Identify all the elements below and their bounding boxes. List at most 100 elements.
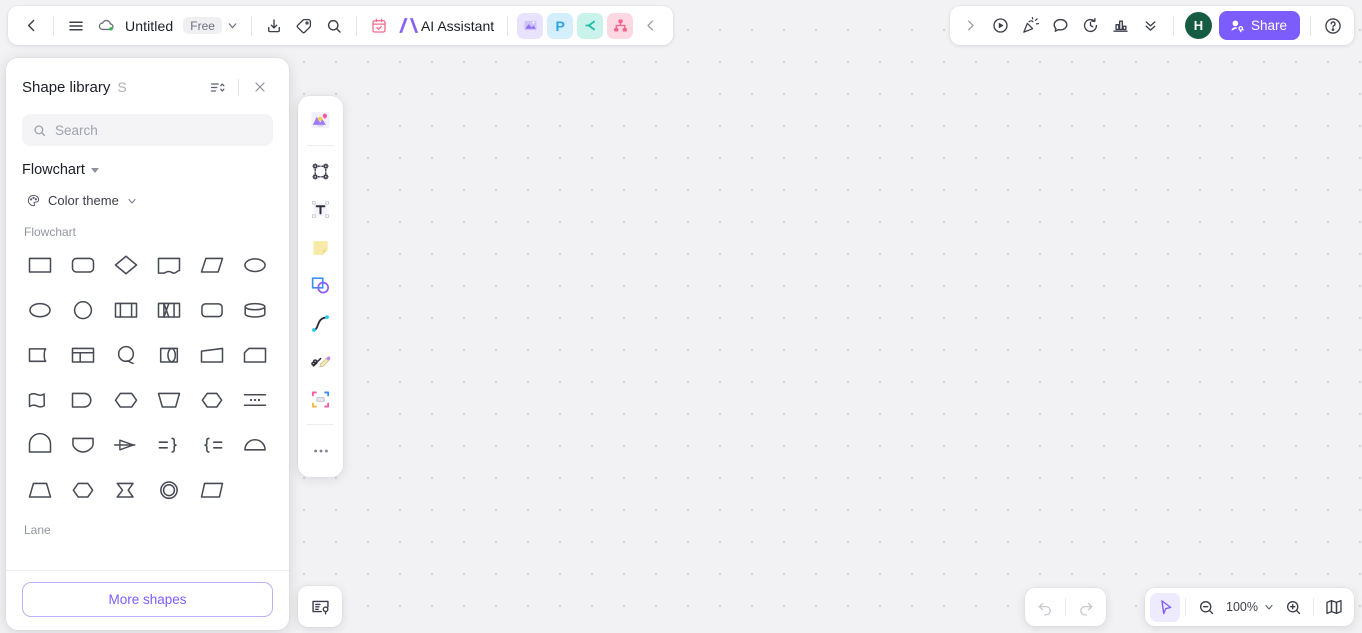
shape-stadium[interactable] <box>191 290 234 329</box>
celebrate-icon[interactable] <box>1016 11 1046 41</box>
search-box[interactable] <box>22 114 273 146</box>
category-label: Flowchart <box>22 162 85 178</box>
shape-summing-junction[interactable] <box>104 470 147 509</box>
ai-assistant-button[interactable]: AI Assistant <box>394 12 500 39</box>
shape-delay[interactable] <box>61 380 104 419</box>
redo-icon[interactable] <box>1071 593 1101 622</box>
chevron-double-down-icon[interactable] <box>1136 11 1166 41</box>
search-input[interactable] <box>55 122 263 138</box>
select-tool-icon[interactable] <box>1150 592 1181 622</box>
color-theme-button[interactable]: Color theme <box>22 190 142 211</box>
history-icon[interactable] <box>1076 11 1106 41</box>
mind-map-icon[interactable] <box>303 382 338 417</box>
more-tools-icon[interactable] <box>303 433 338 468</box>
avatar[interactable]: H <box>1184 12 1212 39</box>
search-wrapper <box>6 108 289 146</box>
shape-rounded-rectangle[interactable] <box>61 245 104 284</box>
tag-icon[interactable] <box>289 11 319 41</box>
shape-hexagon-round[interactable] <box>104 380 147 419</box>
analytics-icon[interactable] <box>1106 11 1136 41</box>
shape-card[interactable] <box>234 335 277 374</box>
shape-double-circle[interactable] <box>148 470 191 509</box>
shape-trapezoid-right[interactable] <box>191 335 234 374</box>
help-icon[interactable] <box>1318 11 1348 41</box>
share-label: Share <box>1250 18 1287 33</box>
shape-direct-access-storage[interactable] <box>148 335 191 374</box>
document-title[interactable]: Untitled <box>121 18 175 34</box>
image-app-icon[interactable] <box>517 12 544 39</box>
more-shapes-button[interactable]: More shapes <box>22 582 273 617</box>
shape-stored-data-lines[interactable] <box>234 380 277 419</box>
mindmap-app-icon[interactable] <box>607 12 634 39</box>
undo-icon[interactable] <box>1030 593 1060 622</box>
chevron-down-icon <box>1263 601 1275 613</box>
divider <box>307 424 334 425</box>
shape-wave-document[interactable] <box>18 380 61 419</box>
chevron-down-icon[interactable] <box>222 13 244 39</box>
templates-icon[interactable] <box>303 103 338 138</box>
shape-document[interactable] <box>148 245 191 284</box>
cloud-saved-icon[interactable] <box>91 11 121 41</box>
category-selector[interactable]: Flowchart <box>6 146 289 178</box>
download-icon[interactable] <box>259 11 289 41</box>
shape-tape[interactable] <box>18 335 61 374</box>
shape-parallelogram[interactable] <box>191 245 234 284</box>
shape-parallelogram-right[interactable] <box>191 470 234 509</box>
back-icon[interactable] <box>16 11 46 41</box>
shape-half-circle[interactable] <box>234 425 277 464</box>
text-icon[interactable] <box>303 192 338 227</box>
shape-internal-storage[interactable] <box>148 290 191 329</box>
minimap-icon[interactable] <box>1319 593 1349 622</box>
shape-database[interactable] <box>234 290 277 329</box>
notes-button[interactable] <box>298 586 342 627</box>
shape-merge-arrow[interactable] <box>104 425 147 464</box>
frame-icon[interactable] <box>303 154 338 189</box>
share-button[interactable]: Share <box>1218 11 1300 40</box>
zoom-level-selector[interactable]: 100% <box>1221 594 1278 620</box>
shape-shield[interactable] <box>61 425 104 464</box>
shape-diamond[interactable] <box>104 245 147 284</box>
sort-icon[interactable] <box>204 74 230 100</box>
divider <box>507 15 509 36</box>
sticky-note-icon[interactable] <box>303 230 338 265</box>
shape-trapezoid[interactable] <box>18 470 61 509</box>
present-icon[interactable] <box>986 11 1016 41</box>
shape-manual-operation[interactable] <box>148 380 191 419</box>
shape-hexagon[interactable] <box>61 470 104 509</box>
presentation-app-icon-glyph: P <box>555 17 565 34</box>
shape-rectangle[interactable] <box>18 245 61 284</box>
shape-window[interactable] <box>61 335 104 374</box>
menu-icon[interactable] <box>61 11 91 41</box>
flowchart-shape-grid <box>6 245 289 509</box>
divider <box>307 145 334 146</box>
topbar-right: H Share <box>949 6 1354 45</box>
comment-icon[interactable] <box>1046 11 1076 41</box>
connector-icon[interactable] <box>303 306 338 341</box>
divider <box>250 15 252 36</box>
shape-ellipse[interactable] <box>18 290 61 329</box>
shape-arch[interactable] <box>18 425 61 464</box>
shape-circle[interactable] <box>61 290 104 329</box>
chart-app-icon[interactable] <box>577 12 604 39</box>
pen-icon[interactable] <box>303 344 338 379</box>
share-user-icon <box>1229 18 1245 34</box>
close-icon[interactable] <box>247 74 273 100</box>
calendar-icon[interactable] <box>364 11 394 41</box>
shapes-icon[interactable] <box>303 268 338 303</box>
shape-library-footer: More shapes <box>6 570 289 630</box>
shape-preparation[interactable] <box>191 380 234 419</box>
search-icon[interactable] <box>319 11 349 41</box>
shape-loop-limit[interactable] <box>104 335 147 374</box>
shape-brace-right[interactable] <box>148 425 191 464</box>
shape-brace-left[interactable] <box>191 425 234 464</box>
zoom-in-icon[interactable] <box>1278 593 1308 622</box>
shape-predefined-process[interactable] <box>104 290 147 329</box>
plan-badge[interactable]: Free <box>183 17 222 34</box>
collapse-left-icon[interactable] <box>635 11 665 41</box>
chevron-down-icon <box>126 195 138 207</box>
presentation-app-icon[interactable]: P <box>547 12 574 39</box>
shape-ellipse-wide[interactable] <box>234 245 277 284</box>
expand-right-icon[interactable] <box>956 11 986 41</box>
divider <box>1172 15 1174 36</box>
zoom-out-icon[interactable] <box>1191 593 1221 622</box>
